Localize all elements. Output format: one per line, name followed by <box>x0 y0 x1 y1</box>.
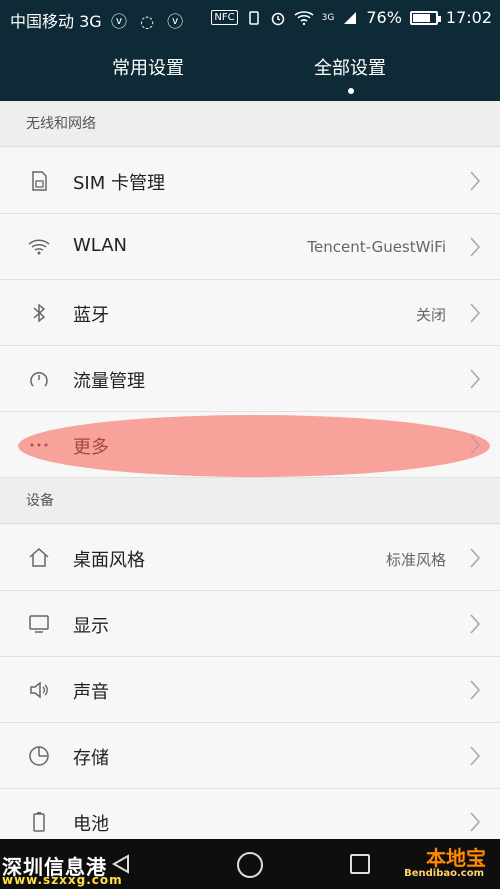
data-usage-icon <box>30 371 48 387</box>
storage-icon <box>29 746 49 766</box>
chevron-right-icon <box>470 812 481 832</box>
chevron-right-icon <box>470 746 481 766</box>
chevron-right-icon <box>470 237 481 257</box>
row-more[interactable]: 更多 <box>0 412 500 478</box>
battery-status-icon <box>409 10 441 25</box>
status-bar: 中国移动 3G ⓥ ◌ ⓥ NFC 3G 76% 17:02 <box>0 0 500 36</box>
watermark-left: 深圳信息港 www.szxxg.com <box>0 849 160 889</box>
wifi-status-icon <box>294 10 314 25</box>
row-value: 关闭 <box>415 306 446 324</box>
watermark-right: 本地宝 Bendibao.com <box>374 838 494 888</box>
bluetooth-icon <box>33 303 46 323</box>
battery-fill <box>412 13 430 22</box>
row-display[interactable]: 显示 <box>0 591 500 657</box>
row-sound[interactable]: 声音 <box>0 657 500 723</box>
row-label: SIM 卡管理 <box>73 173 165 194</box>
row-data-usage[interactable]: 流量管理 <box>0 346 500 412</box>
row-label: 电池 <box>73 814 109 835</box>
watermark-domain: Bendibao.com <box>404 868 484 879</box>
row-value: Tencent-GuestWiFi <box>307 238 446 256</box>
clock: 17:02 <box>445 8 492 27</box>
recent-apps-button[interactable] <box>350 854 370 874</box>
more-icon <box>30 443 48 447</box>
chevron-right-icon <box>470 614 481 634</box>
wifi-icon <box>28 239 50 255</box>
row-home-style[interactable]: 桌面风格 标准风格 <box>0 525 500 591</box>
chevron-right-icon <box>470 548 481 568</box>
row-label: 更多 <box>73 437 109 458</box>
home-button[interactable] <box>237 852 263 878</box>
row-label: 存储 <box>73 748 109 769</box>
network-type: 3G <box>321 12 335 23</box>
active-tab-indicator <box>348 88 354 94</box>
home-icon <box>29 547 49 567</box>
watermark-logo: 本地宝 <box>426 846 486 870</box>
row-label: 蓝牙 <box>73 305 109 326</box>
row-label: 桌面风格 <box>73 550 145 571</box>
vibrate-icon <box>248 10 259 25</box>
chevron-right-icon <box>470 171 481 191</box>
chevron-right-icon <box>470 369 481 389</box>
row-bluetooth[interactable]: 蓝牙 关闭 <box>0 280 500 346</box>
chevron-right-icon <box>470 303 481 323</box>
row-value: 标准风格 <box>385 551 446 569</box>
row-label: 显示 <box>73 616 109 637</box>
settings-tabs: 常用设置 全部设置 <box>0 36 500 101</box>
row-label: WLAN <box>73 235 128 256</box>
battery-icon <box>33 812 45 832</box>
chevron-right-icon <box>470 435 481 455</box>
chevron-right-icon <box>470 680 481 700</box>
row-sim-card[interactable]: SIM 卡管理 <box>0 148 500 214</box>
top-bar: 中国移动 3G ⓥ ◌ ⓥ NFC 3G 76% 17:02 常用设置 全部设置 <box>0 0 500 101</box>
row-storage[interactable]: 存储 <box>0 723 500 789</box>
notification-icons: ⓥ ◌ ⓥ <box>111 12 188 31</box>
tab-all-settings[interactable]: 全部设置 <box>314 54 386 80</box>
sim-card-icon <box>32 171 47 191</box>
section-header-device: 设备 <box>0 478 500 524</box>
carrier-label: 中国移动 3G <box>10 12 102 31</box>
row-label: 流量管理 <box>73 371 145 392</box>
display-icon <box>29 615 49 633</box>
row-wlan[interactable]: WLAN Tencent-GuestWiFi <box>0 214 500 280</box>
row-label: 声音 <box>73 682 109 703</box>
battery-percent: 76% <box>366 8 402 27</box>
signal-icon <box>344 11 357 24</box>
watermark-url: www.szxxg.com <box>2 873 123 887</box>
section-header-wireless: 无线和网络 <box>0 101 500 147</box>
nfc-icon: NFC <box>211 10 238 25</box>
volume-icon <box>30 681 48 699</box>
status-right: NFC 3G 76% 17:02 <box>211 8 492 27</box>
tab-common-settings[interactable]: 常用设置 <box>112 54 184 80</box>
alarm-icon <box>271 12 284 25</box>
